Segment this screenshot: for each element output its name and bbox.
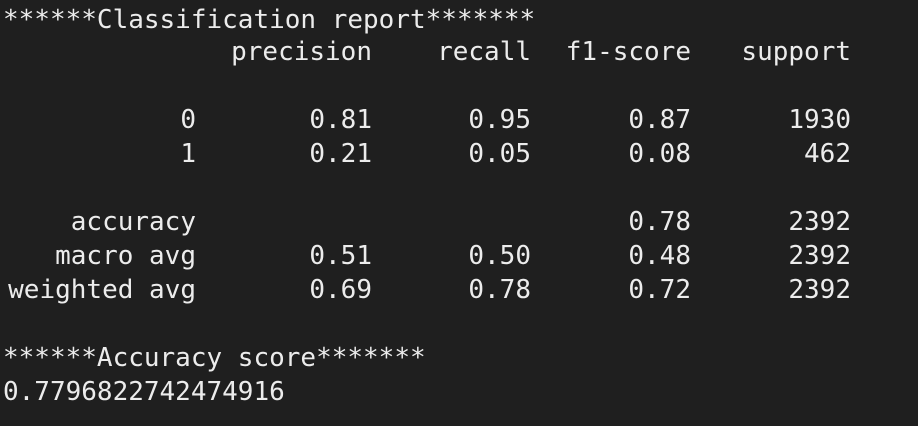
cell-f1-score: 0.48 bbox=[628, 241, 691, 271]
cell-support: 2392 bbox=[788, 275, 851, 305]
cell-recall: 0.95 bbox=[468, 105, 531, 135]
cell-f1-score: 0.87 bbox=[628, 105, 691, 135]
terminal-output: ******Classification report******* preci… bbox=[0, 0, 918, 426]
cell-precision: 0.51 bbox=[309, 241, 372, 271]
column-header-precision: precision bbox=[231, 37, 372, 67]
cell-precision: 0.21 bbox=[309, 139, 372, 169]
accuracy-score-header: ******Accuracy score******* bbox=[3, 343, 426, 373]
row-label: accuracy bbox=[70, 207, 196, 237]
cell-support: 462 bbox=[804, 139, 851, 169]
column-header-support: support bbox=[741, 37, 851, 67]
row-label: 1 bbox=[180, 139, 196, 169]
cell-f1-score: 0.72 bbox=[628, 275, 691, 305]
row-label: 0 bbox=[180, 105, 196, 135]
column-header-f1-score: f1-score bbox=[565, 37, 691, 67]
cell-support: 2392 bbox=[788, 241, 851, 271]
cell-f1-score: 0.08 bbox=[628, 139, 691, 169]
row-label: weighted avg bbox=[8, 275, 196, 305]
cell-recall: 0.78 bbox=[468, 275, 531, 305]
cell-recall: 0.50 bbox=[468, 241, 531, 271]
cell-support: 1930 bbox=[788, 105, 851, 135]
cell-support: 2392 bbox=[788, 207, 851, 237]
cell-precision: 0.81 bbox=[309, 105, 372, 135]
classification-report-header: ******Classification report******* bbox=[3, 5, 536, 35]
cell-f1-score: 0.78 bbox=[628, 207, 691, 237]
cell-precision: 0.69 bbox=[309, 275, 372, 305]
accuracy-score-value: 0.7796822742474916 bbox=[3, 377, 285, 407]
row-label: macro avg bbox=[55, 241, 196, 271]
cell-recall: 0.05 bbox=[468, 139, 531, 169]
column-header-recall: recall bbox=[437, 37, 531, 67]
